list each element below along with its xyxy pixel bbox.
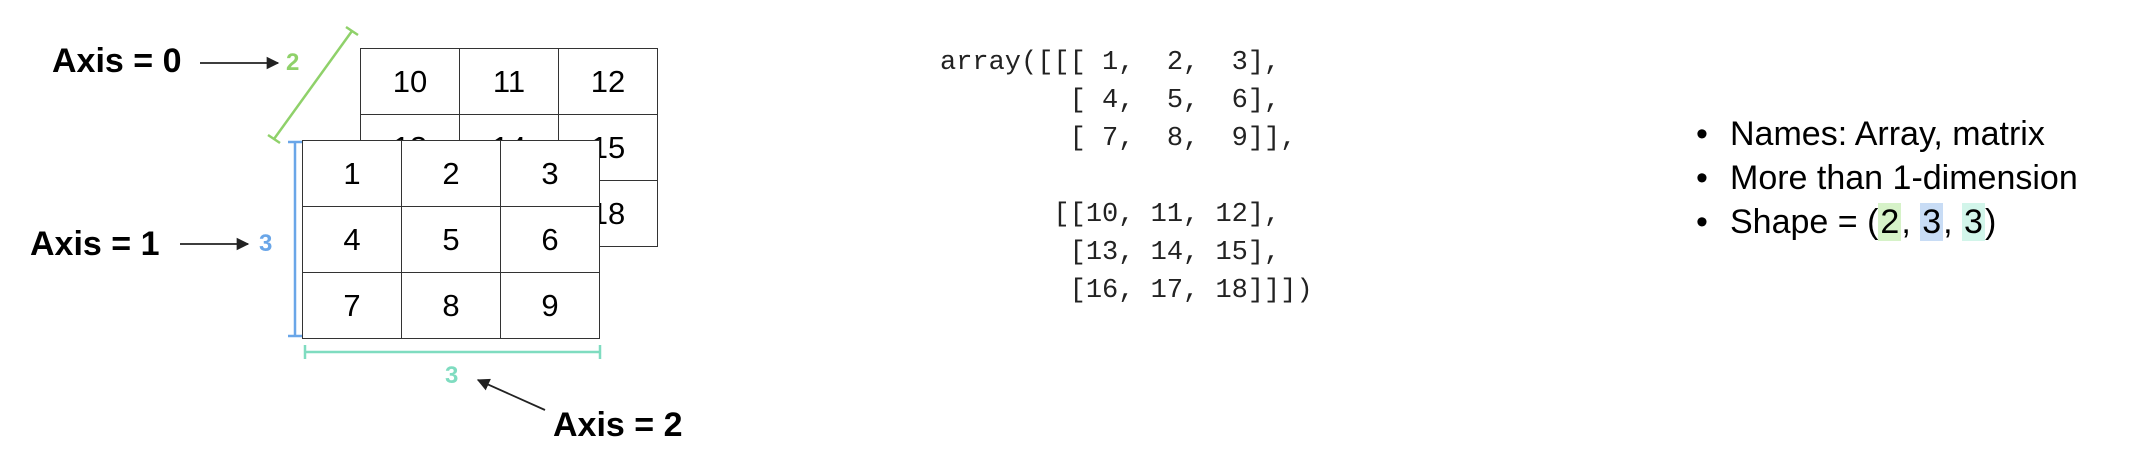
code-line: array([[[ 1, 2, 3], [940,48,1281,78]
axis2-arrow [476,378,546,411]
shape-separator: , [1943,203,1963,241]
list-item: More than 1-dimension [1690,156,2078,200]
axis0-bracket [267,25,359,145]
shape-axis2-value: 3 [1962,203,1985,241]
list-item: Shape = (2, 3, 3) [1690,200,2078,244]
properties-list: Names: Array, matrix More than 1-dimensi… [1690,112,2078,244]
axis2-label: Axis = 2 [553,406,683,444]
names-text: Names: Array, matrix [1730,115,2045,153]
axis1-bracket [288,140,302,338]
axis2-bracket [303,345,602,359]
shape-separator: , [1901,203,1921,241]
code-line: [ 7, 8, 9]], [940,124,1297,154]
code-line: [ 4, 5, 6], [940,86,1281,116]
shape-axis1-value: 3 [1920,203,1944,241]
list-item: Names: Array, matrix [1690,112,2078,156]
axis0-label: Axis = 0 [52,42,182,80]
code-line: [13, 14, 15], [940,238,1281,268]
axis2-size: 3 [445,362,459,389]
shape-prefix: Shape = ( [1730,203,1879,241]
code-line: [[10, 11, 12], [940,200,1281,230]
code-line: [16, 17, 18]]]) [940,276,1313,306]
axis0-size: 2 [286,49,300,76]
dimension-text: More than 1-dimension [1730,159,2078,197]
axis1-size: 3 [259,230,273,257]
shape-suffix: ) [1984,203,1997,241]
numpy-array-code: array([[[ 1, 2, 3], [ 4, 5, 6], [ 7, 8, … [940,44,1313,310]
axis1-label: Axis = 1 [30,225,160,263]
shape-axis0-value: 2 [1878,203,1902,241]
